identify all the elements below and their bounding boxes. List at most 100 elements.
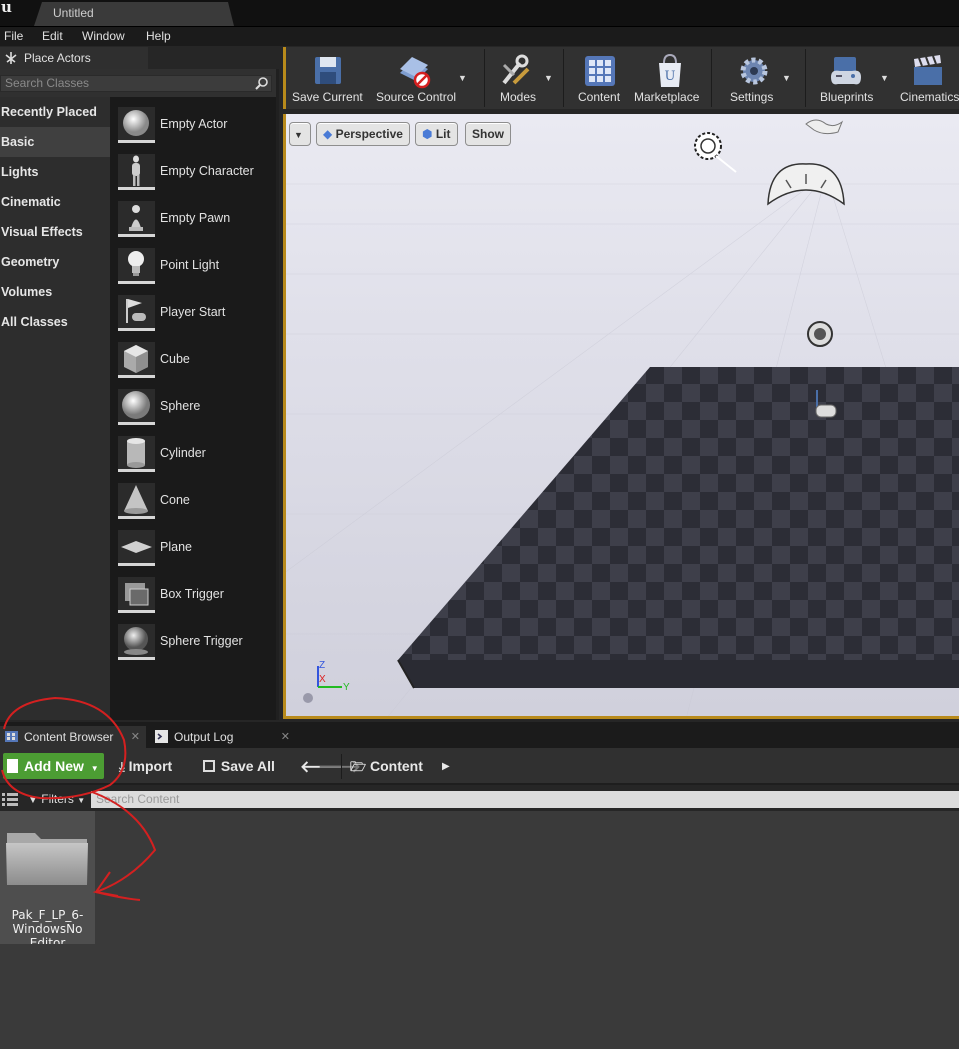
cylinder-icon — [118, 436, 155, 472]
show-button[interactable]: Show — [465, 122, 511, 146]
cinematics-button[interactable]: Cinematics — [898, 47, 959, 109]
actor-item-empty-actor[interactable]: Empty Actor — [110, 99, 276, 146]
modes-dropdown-icon[interactable]: ▼ — [544, 73, 553, 83]
reflection-capture-icon[interactable] — [807, 321, 833, 347]
settings-button[interactable]: Settings ▼ — [716, 47, 800, 109]
toolbar-separator — [341, 754, 342, 779]
panel-splitter[interactable] — [276, 69, 279, 720]
actor-item-player-start[interactable]: Player Start — [110, 287, 276, 334]
asset-view[interactable]: Pak_F_LP_6- WindowsNo Editor — [0, 811, 959, 1049]
settings-dropdown-icon[interactable]: ▼ — [782, 73, 791, 83]
place-actors-tab[interactable]: Place Actors — [0, 47, 148, 69]
cube-icon — [118, 342, 155, 378]
search-content-input[interactable]: Search Content — [91, 791, 959, 808]
actor-label: Sphere Trigger — [160, 634, 243, 648]
actor-item-cylinder[interactable]: Cylinder — [110, 428, 276, 475]
blueprints-button[interactable]: Blueprints ▼ — [810, 47, 894, 109]
actor-item-sphere-trigger[interactable]: Sphere Trigger — [110, 616, 276, 663]
new-document-icon — [7, 759, 18, 773]
sky-light-icon[interactable] — [767, 163, 845, 206]
lit-button[interactable]: ⬢ Lit — [415, 122, 458, 146]
actor-label: Cube — [160, 352, 190, 366]
close-icon[interactable]: ✕ — [281, 726, 290, 748]
category-geometry[interactable]: Geometry — [0, 247, 110, 277]
source-control-dropdown-icon[interactable]: ▼ — [458, 73, 467, 83]
viewport-scene — [286, 119, 959, 716]
toolbar-separator — [563, 49, 564, 107]
actor-item-empty-pawn[interactable]: Empty Pawn — [110, 193, 276, 240]
actor-item-point-light[interactable]: Point Light — [110, 240, 276, 287]
box-trigger-icon — [118, 577, 155, 613]
level-viewport[interactable]: Z X Y ▼ ◆ Perspective ⬢ Lit Show — [283, 114, 959, 719]
category-recently-placed[interactable]: Recently Placed — [0, 97, 110, 127]
folder-open-icon: 🗁 — [350, 759, 367, 774]
save-all-button[interactable]: Save All — [203, 758, 275, 774]
import-button[interactable]: ⤓ Import — [119, 758, 172, 775]
search-content-placeholder: Search Content — [96, 792, 180, 806]
modes-label: Modes — [500, 90, 537, 104]
marketplace-bag-icon: U — [659, 53, 681, 87]
viewport-options-dropdown[interactable]: ▼ — [289, 122, 311, 146]
blueprints-dropdown-icon[interactable]: ▼ — [880, 73, 889, 83]
cone-icon — [118, 483, 155, 519]
perspective-button[interactable]: ◆ Perspective — [316, 122, 410, 146]
toolbar-separator — [805, 49, 806, 107]
marketplace-button[interactable]: U Marketplace — [632, 47, 708, 109]
category-basic[interactable]: Basic — [0, 127, 110, 157]
actor-label: Player Start — [160, 305, 226, 319]
actor-item-empty-character[interactable]: Empty Character — [110, 146, 276, 193]
bottom-tab-bar: Content Browser ✕ Output Log ✕ — [0, 722, 959, 748]
actor-item-cone[interactable]: Cone — [110, 475, 276, 522]
tab-output-log[interactable]: Output Log ✕ — [150, 726, 296, 748]
close-icon[interactable]: ✕ — [131, 726, 140, 748]
atmospheric-fog-icon[interactable] — [805, 119, 844, 135]
modes-button[interactable]: Modes ▼ — [488, 47, 554, 109]
category-lights[interactable]: Lights — [0, 157, 110, 187]
content-button[interactable]: Content — [568, 47, 630, 109]
category-all-classes[interactable]: All Classes — [0, 307, 110, 337]
place-actors-icon — [3, 50, 19, 66]
path-content-label: Content — [370, 758, 423, 774]
tab-content-browser[interactable]: Content Browser ✕ — [0, 726, 146, 748]
title-bar: u Untitled — [0, 0, 959, 26]
actor-item-box-trigger[interactable]: Box Trigger — [110, 569, 276, 616]
content-browser-icon — [5, 731, 18, 742]
actor-label: Sphere — [160, 399, 201, 413]
folder-tile[interactable]: Pak_F_LP_6- WindowsNo Editor — [0, 811, 95, 944]
output-log-icon — [155, 730, 168, 743]
path-expand-arrow[interactable]: ▶ — [442, 761, 450, 772]
unreal-logo-icon[interactable]: u — [0, 0, 18, 18]
actor-list: Empty Actor Empty Character Empty Pawn P… — [110, 97, 276, 720]
menu-file[interactable]: File — [4, 29, 23, 43]
folder-name-line: Pak_F_LP_6- — [11, 908, 84, 922]
actor-label: Point Light — [160, 258, 220, 272]
actor-item-sphere[interactable]: Sphere — [110, 381, 276, 428]
content-label: Content — [578, 90, 621, 104]
menu-window[interactable]: Window — [82, 29, 125, 43]
actor-item-cube[interactable]: Cube — [110, 334, 276, 381]
axis-z-label: Z — [319, 660, 326, 671]
chevron-down-icon: ▼ — [90, 764, 99, 773]
category-cinematic[interactable]: Cinematic — [0, 187, 110, 217]
document-tab[interactable]: Untitled — [34, 2, 234, 26]
lit-sphere-icon: ⬢ — [422, 127, 433, 141]
path-breadcrumb-content[interactable]: 🗁 Content — [350, 758, 423, 780]
source-control-button[interactable]: Source Control ▼ — [372, 47, 467, 109]
actor-label: Empty Actor — [160, 117, 228, 131]
category-volumes[interactable]: Volumes — [0, 277, 110, 307]
blueprints-label: Blueprints — [820, 90, 874, 104]
search-icon[interactable] — [255, 76, 269, 93]
category-visual-effects[interactable]: Visual Effects — [0, 217, 110, 247]
menu-help[interactable]: Help — [146, 29, 171, 43]
filters-button[interactable]: ▼ Filters ▼ — [28, 792, 85, 806]
sphere-icon — [118, 389, 155, 425]
plane-icon — [118, 530, 155, 566]
menu-edit[interactable]: Edit — [42, 29, 63, 43]
save-current-button[interactable]: Save Current — [286, 47, 370, 109]
actor-label: Plane — [160, 540, 192, 554]
search-classes-input[interactable]: Search Classes — [0, 75, 272, 92]
directional-light-icon[interactable] — [694, 132, 737, 173]
actor-item-plane[interactable]: Plane — [110, 522, 276, 569]
sources-panel-toggle-icon[interactable] — [2, 792, 18, 806]
add-new-button[interactable]: Add New ▼ — [3, 753, 104, 779]
